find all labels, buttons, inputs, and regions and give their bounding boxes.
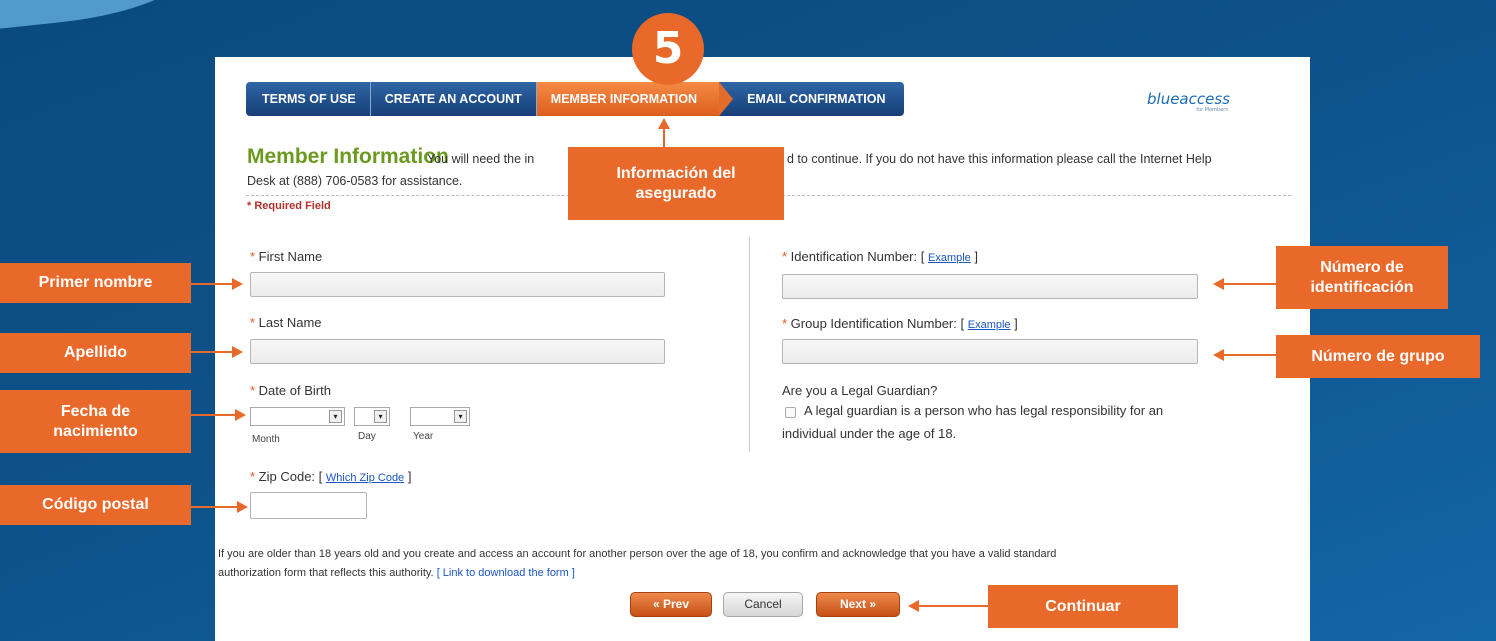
progress-tabs: TERMS OF USE CREATE AN ACCOUNT MEMBER IN… [246, 82, 904, 116]
page-title: Member Information [247, 145, 449, 168]
blueaccess-logo: blueaccess for Members [1147, 90, 1230, 113]
callout-date-of-birth: Fecha de nacimiento [0, 390, 191, 453]
callout-last-name: Apellido [0, 333, 191, 373]
download-form-link[interactable]: [ Link to download the form ] [437, 567, 575, 579]
callout-group-number: Número de grupo [1276, 335, 1480, 378]
which-zip-code-link[interactable]: Which Zip Code [326, 472, 404, 484]
arrow-left-icon [1213, 278, 1276, 290]
chevron-down-icon: ▾ [329, 410, 342, 423]
background-swoosh [0, 0, 204, 33]
arrow-left-icon [1213, 349, 1276, 361]
dob-day-select[interactable]: ▾ [354, 407, 390, 426]
intro-text-end: d to continue. If you do not have this i… [787, 152, 1212, 166]
tab-member-information[interactable]: MEMBER INFORMATION [536, 82, 734, 116]
zip-code-input[interactable] [250, 492, 367, 519]
arrow-right-icon [191, 346, 243, 358]
consent-text-line1: If you are older than 18 years old and y… [218, 548, 1057, 560]
date-of-birth-label: * Date of Birth [250, 383, 331, 398]
callout-first-name: Primer nombre [0, 263, 191, 303]
zip-code-label: * Zip Code: [ Which Zip Code ] [250, 469, 412, 484]
last-name-input[interactable] [250, 339, 665, 364]
arrow-right-icon [191, 278, 243, 290]
dob-day-caption: Day [358, 431, 376, 442]
callout-member-information: Información del asegurado [568, 147, 784, 220]
next-button[interactable]: Next » [816, 592, 900, 617]
dob-year-caption: Year [413, 431, 434, 442]
column-divider [749, 237, 750, 452]
arrow-right-icon [191, 501, 248, 513]
callout-zip-code: Código postal [0, 485, 191, 525]
registration-panel: TERMS OF USE CREATE AN ACCOUNT MEMBER IN… [215, 57, 1310, 641]
group-id-input[interactable] [782, 339, 1198, 364]
legal-guardian-description-line2: individual under the age of 18. [782, 426, 957, 441]
chevron-down-icon: ▾ [454, 410, 467, 423]
last-name-label: * Last Name [250, 315, 322, 330]
legal-guardian-question: Are you a Legal Guardian? [782, 383, 938, 398]
dob-month-select[interactable]: ▾ [250, 407, 345, 426]
intro-text-line2: Desk at (888) 706-0583 for assistance. [247, 174, 463, 188]
first-name-input[interactable] [250, 272, 665, 297]
id-example-link[interactable]: Example [928, 252, 971, 264]
legal-guardian-description-line1: A legal guardian is a person who has leg… [804, 403, 1164, 418]
tab-create-account[interactable]: CREATE AN ACCOUNT [370, 82, 537, 116]
arrow-left-icon [908, 600, 988, 612]
arrow-up-icon [658, 118, 670, 147]
arrow-right-icon [191, 409, 246, 421]
identification-number-label: * Identification Number: [ Example ] [782, 249, 979, 264]
step-number-badge: 5 [632, 13, 704, 85]
cancel-button[interactable]: Cancel [723, 592, 803, 617]
intro-text-start: You will need the in [427, 152, 535, 166]
group-id-label: * Group Identification Number: [ Example… [782, 316, 1018, 331]
identification-number-input[interactable] [782, 274, 1198, 299]
dob-month-caption: Month [252, 434, 280, 445]
callout-continue: Continuar [988, 585, 1178, 628]
first-name-label: * First Name [250, 249, 323, 264]
tab-terms-of-use[interactable]: TERMS OF USE [246, 82, 371, 116]
callout-identification-number: Número de identificación [1276, 246, 1448, 309]
group-example-link[interactable]: Example [968, 319, 1011, 331]
required-field-note: * Required Field [247, 200, 331, 212]
consent-text-line2: authorization form that reflects this au… [218, 567, 575, 579]
prev-button[interactable]: « Prev [630, 592, 712, 617]
tab-email-confirmation[interactable]: EMAIL CONFIRMATION [719, 82, 904, 116]
chevron-down-icon: ▾ [374, 410, 387, 423]
legal-guardian-checkbox[interactable] [785, 407, 796, 418]
dob-year-select[interactable]: ▾ [410, 407, 470, 426]
